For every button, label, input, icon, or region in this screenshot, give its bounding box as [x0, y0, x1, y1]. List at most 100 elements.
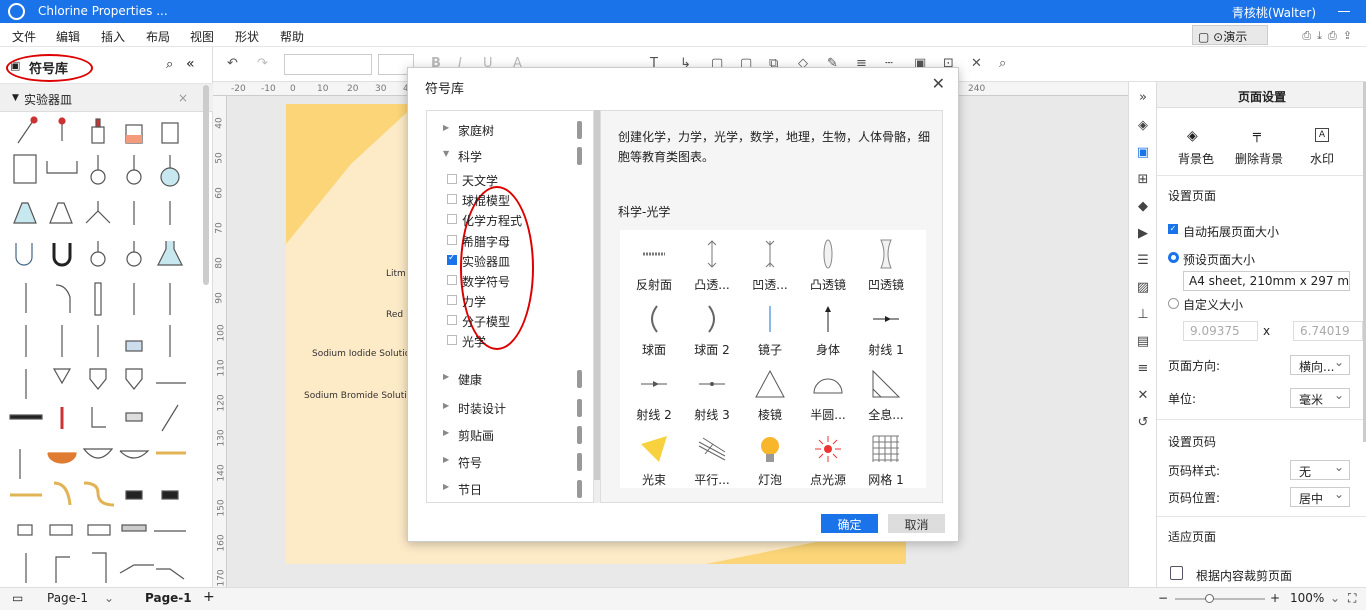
tree-checkbox[interactable] — [447, 275, 457, 285]
zoom-slider-handle[interactable] — [1205, 594, 1214, 603]
org-chart-icon[interactable]: ⊥ — [1135, 307, 1151, 323]
tree-subitem[interactable]: 光学 — [427, 332, 587, 350]
tree-category[interactable]: ▶ 符号 — [427, 453, 587, 471]
menu-insert[interactable]: 插入 — [101, 28, 125, 45]
canvas-label[interactable]: Sodium Iodide Solutic — [312, 349, 410, 359]
tree-subitem[interactable]: 球棍模型 — [427, 191, 587, 209]
watermark-button[interactable]: 水印 — [1310, 150, 1334, 167]
fit-icon[interactable]: ✕ — [1135, 388, 1151, 404]
tree-subitem[interactable]: 实验器皿 — [427, 252, 587, 270]
background-color-icon[interactable]: ◈ — [1187, 128, 1198, 144]
quick-actions[interactable]: ⎙⤓⎙⇪ — [1302, 29, 1358, 43]
zoom-level[interactable]: 100% — [1290, 591, 1324, 605]
image-icon[interactable]: ▨ — [1135, 280, 1151, 296]
page-selector[interactable]: Page-1 — [47, 591, 88, 605]
font-family-select[interactable] — [284, 54, 372, 75]
remove-background-icon[interactable]: ╤ — [1253, 128, 1261, 143]
symbol-item[interactable]: 凸透镜 — [799, 231, 857, 293]
menu-layout[interactable]: 布局 — [146, 28, 170, 45]
crop-by-content-button[interactable]: 根据内容裁剪页面 — [1196, 567, 1292, 584]
tree-checkbox[interactable] — [447, 315, 457, 325]
lab-equipment-symbols[interactable] — [0, 113, 202, 588]
chevron-down-icon[interactable]: ▼ — [443, 149, 449, 158]
format-icon[interactable]: ≡ — [1135, 361, 1151, 377]
tree-checkbox[interactable] — [447, 253, 457, 265]
background-color-button[interactable]: 背景色 — [1178, 150, 1214, 167]
tree-subitem[interactable]: 力学 — [427, 292, 587, 310]
ok-button[interactable]: 确定 — [821, 514, 878, 533]
zoom-in-icon[interactable]: + — [1270, 591, 1280, 605]
symbol-item[interactable]: 棱镜 — [741, 361, 799, 423]
symbol-item[interactable]: 点光源 — [799, 426, 857, 488]
symbol-item[interactable]: 反射面 — [625, 231, 683, 293]
layers-icon[interactable]: ◆ — [1135, 199, 1151, 215]
page-view-icon[interactable]: ▭ — [12, 591, 23, 605]
tree-category[interactable]: ▶ 时装设计 — [427, 399, 587, 417]
symbol-item[interactable]: 凹透镜 — [857, 231, 915, 293]
chevron-right-icon[interactable]: ▶ — [443, 401, 449, 410]
fullscreen-icon[interactable]: ⛶ — [1348, 591, 1356, 606]
chevron-right-icon[interactable]: ▶ — [443, 482, 449, 491]
section-header[interactable]: ▼ 实验器皿 × — [0, 84, 213, 112]
tree-subitem[interactable]: 希腊字母 — [427, 232, 587, 250]
tree-checkbox[interactable] — [447, 194, 457, 204]
chevron-down-icon[interactable]: ⌄ — [1330, 591, 1340, 605]
symbol-item[interactable]: 凸透... — [683, 231, 741, 293]
tree-subitem[interactable]: 化学方程式 — [427, 211, 587, 229]
symbol-item[interactable]: 光束 — [625, 426, 683, 488]
zoom-slider[interactable] — [1175, 598, 1265, 600]
user-name[interactable]: 青核桃(Walter) — [1232, 4, 1316, 21]
tree-checkbox[interactable] — [447, 214, 457, 224]
page-size-select[interactable]: A4 sheet, 210mm x 297 mm — [1183, 271, 1350, 291]
left-scrollbar[interactable] — [203, 85, 209, 285]
canvas-label[interactable]: Red — [386, 310, 403, 320]
tree-checkbox[interactable] — [447, 235, 457, 245]
chevron-right-icon[interactable]: ▶ — [443, 455, 449, 464]
tree-subitem[interactable]: 天文学 — [427, 171, 587, 189]
page-number-style-select[interactable]: 无 — [1290, 460, 1350, 480]
symbol-item[interactable]: 身体 — [799, 296, 857, 358]
watermark-icon[interactable]: A — [1315, 128, 1329, 142]
orientation-select[interactable]: 横向... — [1290, 355, 1350, 375]
symbol-item[interactable]: 平行... — [683, 426, 741, 488]
symbol-item[interactable]: 射线 3 — [683, 361, 741, 423]
close-icon[interactable]: × — [178, 91, 188, 105]
tree-subitem[interactable]: 数学符号 — [427, 272, 587, 290]
symbol-item[interactable]: 球面 2 — [683, 296, 741, 358]
symbol-item[interactable]: 网格 1 — [857, 426, 915, 488]
tree-checkbox[interactable] — [447, 174, 457, 184]
collapse-icon[interactable]: « — [186, 56, 195, 72]
symbol-item[interactable]: 灯泡 — [741, 426, 799, 488]
auto-expand-checkbox[interactable]: ✓ — [1168, 224, 1178, 234]
present-button[interactable]: ▢ ⊙演示 — [1192, 25, 1268, 45]
symbol-item[interactable]: 镜子 — [741, 296, 799, 358]
tools-icon[interactable]: ✕ — [971, 56, 982, 71]
tree-category[interactable]: ▶ 剪贴画 — [427, 426, 587, 444]
page-tab[interactable]: Page-1 — [145, 591, 192, 605]
custom-size-radio[interactable] — [1168, 298, 1179, 309]
symbol-item[interactable]: 全息... — [857, 361, 915, 423]
expand-panel-icon[interactable]: » — [1135, 90, 1151, 106]
tree-category[interactable]: ▼ 科学 — [427, 147, 587, 165]
history-icon[interactable]: ↺ — [1135, 415, 1151, 431]
crop-page-icon[interactable] — [1170, 566, 1183, 580]
chevron-down-icon[interactable]: ⌄ — [104, 591, 114, 605]
zoom-out-icon[interactable]: − — [1158, 591, 1168, 605]
menu-help[interactable]: 帮助 — [280, 28, 304, 45]
symbol-item[interactable]: 射线 1 — [857, 296, 915, 358]
height-input[interactable]: 6.74019 — [1293, 321, 1363, 341]
chevron-right-icon[interactable]: ▶ — [443, 123, 449, 132]
menu-shape[interactable]: 形状 — [235, 28, 259, 45]
minimize-icon[interactable] — [1338, 11, 1350, 12]
redo-icon[interactable]: ↷ — [257, 56, 268, 71]
tree-subitem[interactable]: 分子模型 — [427, 312, 587, 330]
symbol-item[interactable]: 凹透... — [741, 231, 799, 293]
preset-size-radio[interactable] — [1168, 252, 1179, 263]
unit-select[interactable]: 毫米 — [1290, 388, 1350, 408]
cancel-button[interactable]: 取消 — [888, 514, 945, 533]
tree-checkbox[interactable] — [447, 295, 457, 305]
close-icon[interactable]: ✕ — [932, 74, 945, 93]
table-icon[interactable]: ▤ — [1135, 334, 1151, 350]
page-setup-icon[interactable]: ▣ — [1135, 145, 1151, 161]
tree-category[interactable]: ▶ 节日 — [427, 480, 587, 498]
